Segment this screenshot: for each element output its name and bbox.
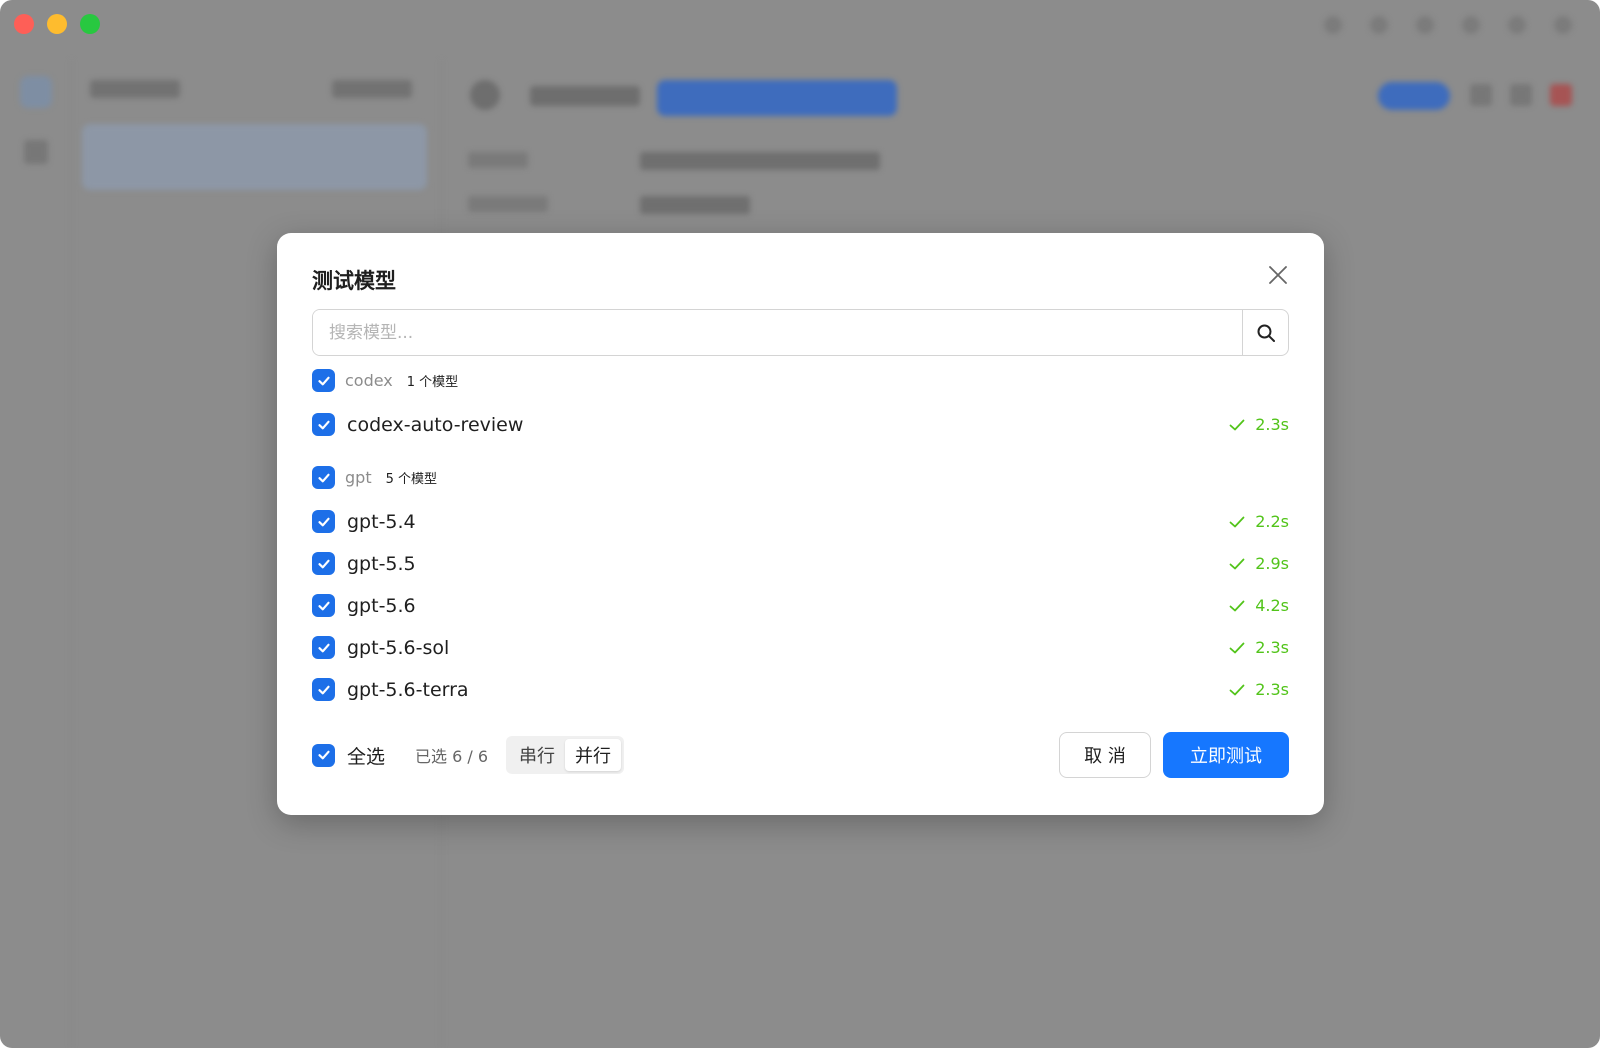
- toolbar-icon-4[interactable]: [1462, 16, 1480, 34]
- success-check-icon: [1229, 684, 1245, 695]
- test-models-dialog: 测试模型 codex 1 个模型: [277, 233, 1324, 815]
- dialog-title: 测试模型: [312, 269, 396, 293]
- select-all-checkbox[interactable]: [312, 743, 335, 767]
- model-name: codex-auto-review: [347, 413, 524, 436]
- list-header-left: [90, 80, 180, 98]
- list-item-selected[interactable]: [82, 124, 427, 190]
- group-model-count: 5 个模型: [385, 472, 437, 487]
- checkmark-icon: [317, 376, 330, 385]
- list-header-right: [332, 80, 412, 98]
- detail-value-2: [640, 196, 750, 214]
- test-result: 2.3s: [1229, 415, 1289, 434]
- detail-label-1: [468, 152, 528, 168]
- edit-icon[interactable]: [1510, 84, 1532, 106]
- app-window: 测试模型 codex 1 个模型: [0, 0, 1600, 1048]
- model-name: gpt-5.6-terra: [347, 678, 469, 701]
- test-result: 2.3s: [1229, 680, 1289, 699]
- provider-title: [530, 86, 640, 106]
- model-checkbox[interactable]: [312, 510, 335, 533]
- model-name: gpt-5.6: [347, 594, 416, 617]
- rail-item-home[interactable]: [20, 76, 52, 108]
- window-toolbar: [1324, 16, 1572, 34]
- checkmark-icon: [317, 473, 330, 482]
- toolbar-icon-3[interactable]: [1416, 16, 1434, 34]
- detail-value-1: [640, 152, 880, 170]
- provider-tag[interactable]: [657, 80, 897, 116]
- test-result: 2.2s: [1229, 512, 1289, 531]
- test-result: 2.3s: [1229, 638, 1289, 657]
- model-row[interactable]: gpt-5.6-terra 2.3s: [312, 678, 1289, 701]
- rail-item-tools[interactable]: [24, 140, 48, 164]
- search-button[interactable]: [1242, 310, 1288, 355]
- selected-count: 已选 6 / 6: [415, 747, 489, 766]
- nav-rail: [0, 60, 72, 1048]
- group-row-gpt: gpt 5 个模型: [312, 466, 1289, 489]
- success-check-icon: [1229, 642, 1245, 653]
- group-checkbox-gpt[interactable]: [312, 466, 335, 489]
- group-name: codex: [345, 371, 393, 390]
- select-all-label[interactable]: 全选: [347, 742, 385, 769]
- cancel-button[interactable]: 取 消: [1059, 732, 1151, 778]
- toolbar-icon-1[interactable]: [1324, 16, 1342, 34]
- model-row[interactable]: gpt-5.6 4.2s: [312, 594, 1289, 617]
- toolbar-icon-2[interactable]: [1370, 16, 1388, 34]
- checkmark-icon: [317, 559, 330, 568]
- latency: 4.2s: [1255, 596, 1289, 615]
- success-check-icon: [1229, 419, 1245, 430]
- test-result: 4.2s: [1229, 596, 1289, 615]
- model-row[interactable]: gpt-5.5 2.9s: [312, 552, 1289, 575]
- success-check-icon: [1229, 600, 1245, 611]
- mode-parallel-option[interactable]: 并行: [565, 739, 622, 771]
- mode-serial-option[interactable]: 串行: [509, 739, 565, 771]
- search-bar: [312, 309, 1289, 356]
- toolbar-icon-5[interactable]: [1508, 16, 1526, 34]
- group-checkbox-codex[interactable]: [312, 369, 335, 392]
- success-check-icon: [1229, 516, 1245, 527]
- model-name: gpt-5.6-sol: [347, 636, 450, 659]
- model-checkbox[interactable]: [312, 594, 335, 617]
- detail-label-2: [468, 196, 548, 212]
- model-row[interactable]: codex-auto-review 2.3s: [312, 413, 1289, 436]
- toolbar-icon-6[interactable]: [1554, 16, 1572, 34]
- checkmark-icon: [317, 601, 330, 610]
- run-test-button[interactable]: 立即测试: [1163, 732, 1289, 778]
- copy-icon[interactable]: [1470, 84, 1492, 106]
- model-row[interactable]: gpt-5.4 2.2s: [312, 510, 1289, 533]
- model-checkbox[interactable]: [312, 636, 335, 659]
- checkmark-icon: [317, 420, 330, 429]
- model-name: gpt-5.5: [347, 552, 416, 575]
- provider-avatar: [470, 80, 500, 110]
- search-icon: [1257, 324, 1275, 342]
- close-window-button[interactable]: [14, 14, 34, 34]
- latency: 2.3s: [1255, 638, 1289, 657]
- window-controls: [14, 14, 100, 34]
- enable-toggle[interactable]: [1378, 82, 1450, 110]
- checkmark-icon: [317, 643, 330, 652]
- group-row-codex: codex 1 个模型: [312, 369, 1289, 392]
- zoom-window-button[interactable]: [80, 14, 100, 34]
- model-checkbox[interactable]: [312, 678, 335, 701]
- close-icon: [1269, 266, 1287, 284]
- model-name: gpt-5.4: [347, 510, 416, 533]
- latency: 2.3s: [1255, 415, 1289, 434]
- checkmark-icon: [317, 517, 330, 526]
- latency: 2.3s: [1255, 680, 1289, 699]
- run-mode-segmented: 串行 并行: [506, 736, 625, 774]
- search-input[interactable]: [313, 310, 1242, 355]
- close-dialog-button[interactable]: [1264, 261, 1292, 289]
- model-checkbox[interactable]: [312, 413, 335, 436]
- delete-icon[interactable]: [1550, 84, 1572, 106]
- latency: 2.2s: [1255, 512, 1289, 531]
- group-model-count: 1 个模型: [406, 375, 459, 390]
- model-checkbox[interactable]: [312, 552, 335, 575]
- group-name: gpt: [345, 468, 372, 487]
- model-row[interactable]: gpt-5.6-sol 2.3s: [312, 636, 1289, 659]
- minimize-window-button[interactable]: [47, 14, 67, 34]
- success-check-icon: [1229, 558, 1245, 569]
- latency: 2.9s: [1255, 554, 1289, 573]
- checkmark-icon: [317, 750, 330, 760]
- dialog-footer: 全选 已选 6 / 6 串行 并行 取 消 立即测试: [312, 731, 1289, 779]
- test-result: 2.9s: [1229, 554, 1289, 573]
- checkmark-icon: [317, 685, 330, 694]
